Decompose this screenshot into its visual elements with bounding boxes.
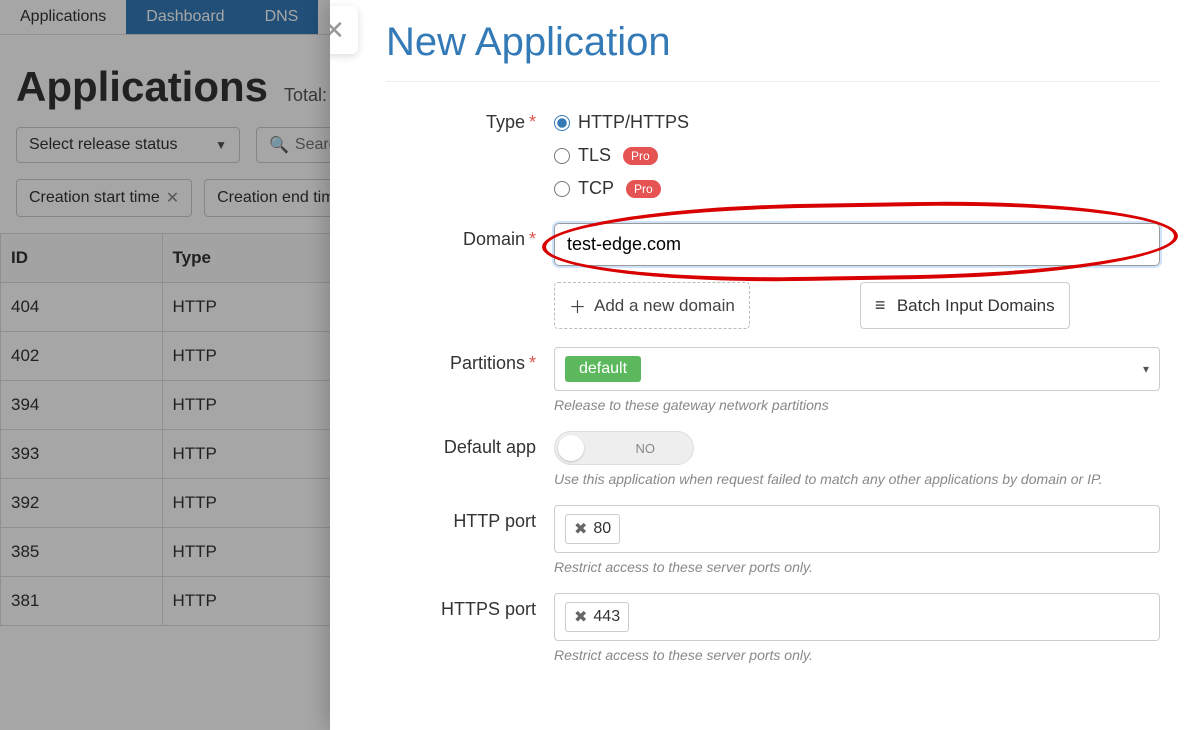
type-option-http[interactable]: HTTP/HTTPS: [554, 106, 1160, 139]
domain-label: Domain*: [386, 223, 554, 250]
domain-input[interactable]: [554, 223, 1160, 266]
https-port-label: HTTPS port: [386, 593, 554, 620]
chevron-down-icon: ▾: [1143, 362, 1149, 376]
http-port-input[interactable]: ✖ 80: [554, 505, 1160, 553]
type-option-tls[interactable]: TLS Pro: [554, 139, 1160, 172]
type-label: Type*: [386, 106, 554, 133]
https-port-help: Restrict access to these server ports on…: [554, 647, 1160, 663]
default-app-label: Default app: [386, 431, 554, 458]
https-port-input[interactable]: ✖ 443: [554, 593, 1160, 641]
http-port-label: HTTP port: [386, 505, 554, 532]
plus-icon: ＋: [569, 293, 586, 318]
remove-port-icon[interactable]: ✖: [574, 607, 587, 627]
http-port-help: Restrict access to these server ports on…: [554, 559, 1160, 575]
remove-port-icon[interactable]: ✖: [574, 519, 587, 539]
default-app-help: Use this application when request failed…: [554, 471, 1160, 487]
partitions-select[interactable]: default ▾: [554, 347, 1160, 391]
partitions-help: Release to these gateway network partiti…: [554, 397, 1160, 413]
close-modal-button[interactable]: ✕: [330, 6, 358, 54]
modal-title: New Application: [386, 20, 1160, 82]
pro-badge: Pro: [626, 180, 661, 198]
partitions-label: Partitions*: [386, 347, 554, 374]
default-app-toggle[interactable]: NO: [554, 431, 694, 465]
add-domain-button[interactable]: ＋ Add a new domain: [554, 282, 750, 329]
batch-input-domains-button[interactable]: Batch Input Domains: [860, 282, 1070, 329]
partition-tag-default[interactable]: default: [565, 356, 641, 382]
new-application-modal: ✕ New Application Type* HTTP/HTTPS TLS P…: [330, 0, 1184, 730]
type-option-tcp[interactable]: TCP Pro: [554, 172, 1160, 205]
list-icon: [875, 296, 889, 316]
pro-badge: Pro: [623, 147, 658, 165]
